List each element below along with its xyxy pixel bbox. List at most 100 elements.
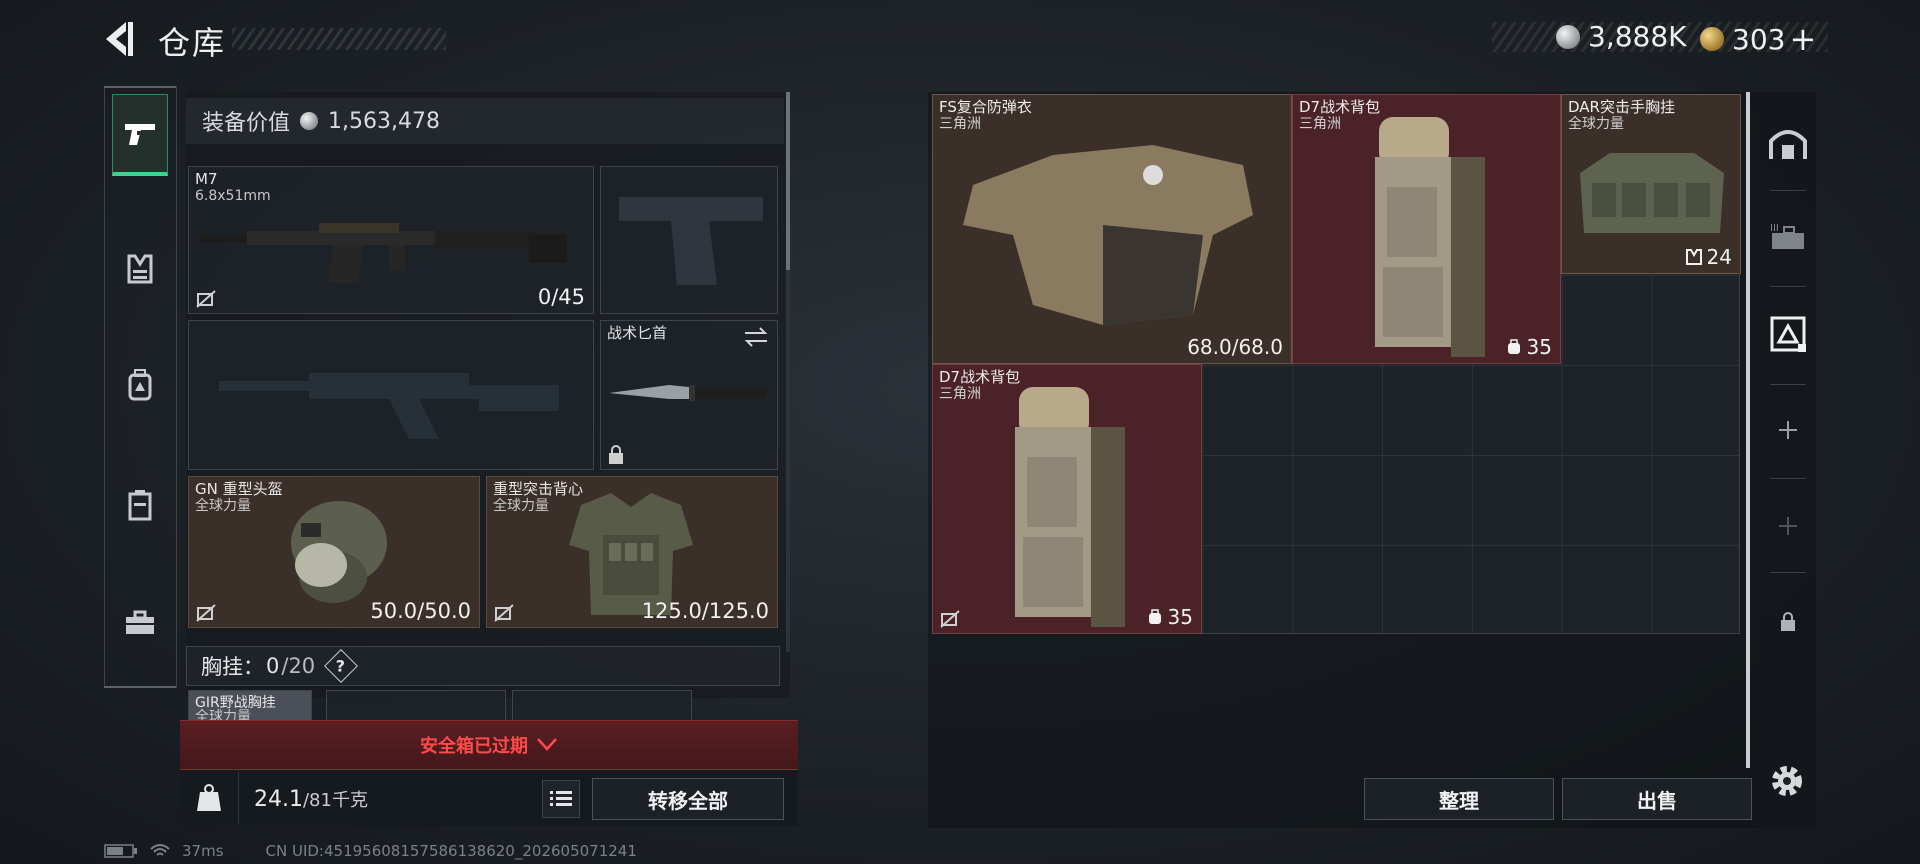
svg-text:III: III <box>1770 223 1779 234</box>
rifle-image <box>199 223 567 283</box>
lock-icon <box>609 445 623 464</box>
help-icon: ? <box>336 656 346 676</box>
melee-name: 战术匕首 <box>607 324 668 342</box>
helmet-name: GN 重型头盔 <box>195 480 283 498</box>
helmet-durability: 50.0/50.0 <box>370 599 471 623</box>
item-name: DAR突击手胸挂 <box>1568 98 1675 116</box>
vest-icon <box>127 254 153 284</box>
storage-tab-expansion[interactable]: III <box>1762 210 1814 262</box>
sidebar-divider <box>104 86 176 88</box>
armor-durability: 125.0/125.0 <box>641 599 769 623</box>
sidebar-divider <box>104 686 176 688</box>
wifi-icon <box>150 844 170 856</box>
battery-icon <box>104 844 137 858</box>
transfer-all-button[interactable]: 转移全部 <box>592 778 784 820</box>
help-button[interactable]: ? <box>324 649 359 683</box>
rail-divider <box>1770 190 1806 191</box>
body-armor-image <box>963 145 1253 325</box>
backpack-image <box>1015 387 1125 627</box>
rig-pocket-slot[interactable] <box>326 690 506 722</box>
vest-small-icon <box>1685 249 1702 265</box>
item-faction: 全球力量 <box>1568 116 1624 132</box>
storage-item-d7-backpack[interactable]: D7战术背包 三角洲 35 <box>932 364 1202 634</box>
item-durability: 68.0/68.0 <box>1187 335 1283 359</box>
helmet-slot[interactable]: GN 重型头盔 全球力量 50.0/50.0 <box>188 476 480 628</box>
case-icon <box>128 490 152 521</box>
rig-pocket-slot[interactable] <box>512 690 692 722</box>
weight-max: /81千克 <box>302 790 368 811</box>
plus-icon <box>1779 421 1797 439</box>
capacity-value: 35 <box>1167 605 1193 629</box>
storage-item-d7-backpack[interactable]: D7战术背包 三角洲 35 <box>1292 94 1561 364</box>
weapon-caliber: 6.8x51mm <box>195 188 271 204</box>
add-storage-button[interactable] <box>1762 404 1814 456</box>
chevron-down-icon <box>537 738 557 751</box>
sidebar-divider <box>176 86 177 688</box>
sidebar-tab-armor[interactable] <box>112 228 168 310</box>
chest-rig-count: 0 <box>266 654 280 678</box>
ammo-count: 0/45 <box>537 285 585 309</box>
safe-box-expired-banner[interactable]: 安全箱已过期 <box>180 720 798 770</box>
weight-icon <box>197 784 221 811</box>
plus-icon <box>1779 517 1797 535</box>
no-insure-icon <box>196 604 216 622</box>
loadout-value: 1,563,478 <box>328 108 440 134</box>
armor-faction: 全球力量 <box>493 498 549 514</box>
safe-box-icon <box>1770 316 1806 352</box>
pistol-slot[interactable] <box>600 166 778 314</box>
rig-item-slot[interactable]: GIR野战胸挂 全球力量 <box>188 690 312 722</box>
pistol-icon <box>125 123 155 145</box>
rail-divider <box>1770 478 1806 479</box>
item-faction: 三角洲 <box>939 386 981 402</box>
chest-rig-row: 胸挂： 0 /20 ? <box>186 646 780 686</box>
no-insure-icon <box>940 610 960 628</box>
storage-item-fs-vest[interactable]: FS复合防弹衣 三角洲 68.0/68.0 <box>932 94 1292 364</box>
chest-rig-label: 胸挂： <box>201 655 264 679</box>
silver-amount: 3,888K <box>1588 20 1687 53</box>
warehouse-icon <box>1769 130 1807 159</box>
secondary-weapon-slot[interactable] <box>188 320 594 470</box>
storage-scrollbar[interactable] <box>1746 92 1750 768</box>
item-capacity: 24 <box>1685 245 1732 269</box>
loadout-value-row: 装备价值 1,563,478 <box>186 98 784 144</box>
item-name: FS复合防弹衣 <box>939 98 1032 116</box>
back-button[interactable] <box>100 18 140 60</box>
loadout-scrollbar[interactable] <box>786 92 790 270</box>
storage-tab-safe-box[interactable] <box>1762 308 1814 360</box>
add-storage-button[interactable] <box>1762 500 1814 552</box>
sidebar-tab-backpack[interactable] <box>112 344 168 426</box>
toolbox-icon <box>126 610 154 634</box>
no-insure-icon <box>196 290 216 308</box>
uid-text: CN UID:451956081575861386​20_20260507124… <box>265 842 637 860</box>
divider <box>238 772 239 824</box>
ping-text: 37ms <box>182 842 224 860</box>
backpack-image <box>1375 117 1485 357</box>
settings-gear-icon[interactable] <box>1766 760 1808 802</box>
list-icon <box>550 791 572 806</box>
primary-weapon-slot[interactable]: M7 6.8x51mm 0/45 <box>188 166 594 314</box>
chest-rig-image <box>1580 153 1724 233</box>
add-gold-button[interactable]: + <box>1789 20 1816 58</box>
locked-storage-slot[interactable] <box>1762 596 1814 648</box>
loadout-value-label: 装备价值 <box>202 111 291 136</box>
helmet-image <box>291 501 387 603</box>
melee-slot[interactable]: 战术匕首 <box>600 320 778 470</box>
sort-button[interactable]: 整理 <box>1364 778 1554 820</box>
silver-coin-icon <box>300 112 319 130</box>
swap-icon[interactable] <box>743 327 769 347</box>
sidebar-tab-weapons[interactable] <box>112 94 168 176</box>
silver-currency: 3,888K <box>1556 20 1687 53</box>
item-faction: 三角洲 <box>1299 116 1341 132</box>
list-view-button[interactable] <box>542 780 580 818</box>
sidebar-divider <box>104 86 105 688</box>
capacity-value: 24 <box>1706 245 1732 269</box>
storage-item-dar-rig[interactable]: DAR突击手胸挂 全球力量 24 <box>1561 94 1741 274</box>
sidebar-tab-toolbox[interactable] <box>112 582 168 664</box>
item-capacity: 35 <box>1506 335 1552 359</box>
storage-tab-main[interactable] <box>1762 118 1814 170</box>
sidebar-tab-container[interactable] <box>112 464 168 546</box>
sell-button[interactable]: 出售 <box>1562 778 1752 820</box>
status-bar: 37ms CN UID:451956081575861386​20_202605… <box>104 842 637 860</box>
weight-current: 24.1 <box>254 787 303 812</box>
armor-slot[interactable]: 重型突击背心 全球力量 125.0/125.0 <box>486 476 778 628</box>
